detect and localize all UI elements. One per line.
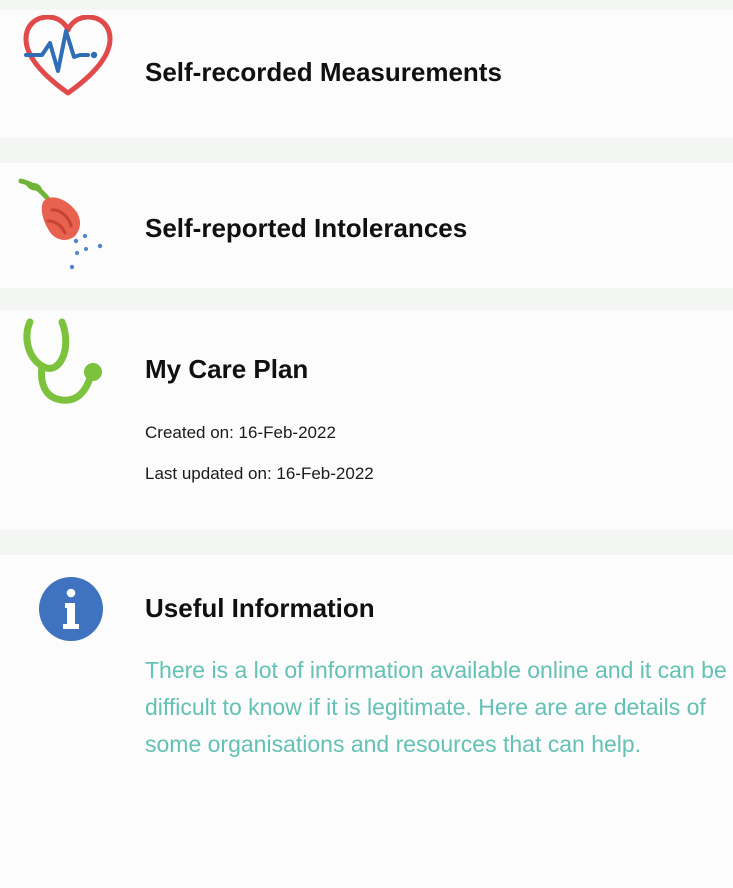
heart-pulse-icon [23,15,113,96]
useful-information-title: Useful Information [145,593,375,623]
care-plan-card[interactable]: My Care Plan Created on: 16-Feb-2022 Las… [0,310,733,530]
created-date: Created on: 16-Feb-2022 [145,423,336,442]
intolerances-title: Self-reported Intolerances [145,213,468,243]
care-plan-title: My Care Plan [145,354,309,384]
last-updated-date: Last updated on: 16-Feb-2022 [145,464,374,483]
useful-information-description: There is a lot of information available … [145,657,727,757]
flower-pollen-icon [18,178,103,270]
app-screen: Self-recorded Measurements Self-reported… [0,0,733,888]
intolerances-card[interactable]: Self-reported Intolerances [0,163,733,288]
stethoscope-icon [23,318,102,404]
measurements-card[interactable]: Self-recorded Measurements [0,10,733,138]
info-icon [39,577,103,641]
useful-information-card[interactable]: Useful Information There is a lot of inf… [0,555,733,888]
measurements-title: Self-recorded Measurements [145,57,502,87]
